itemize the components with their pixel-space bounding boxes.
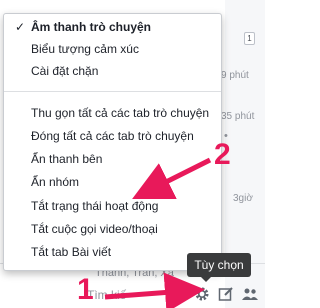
annotation-number-1: 1 bbox=[77, 273, 94, 306]
annotation-number-2: 2 bbox=[214, 138, 231, 171]
